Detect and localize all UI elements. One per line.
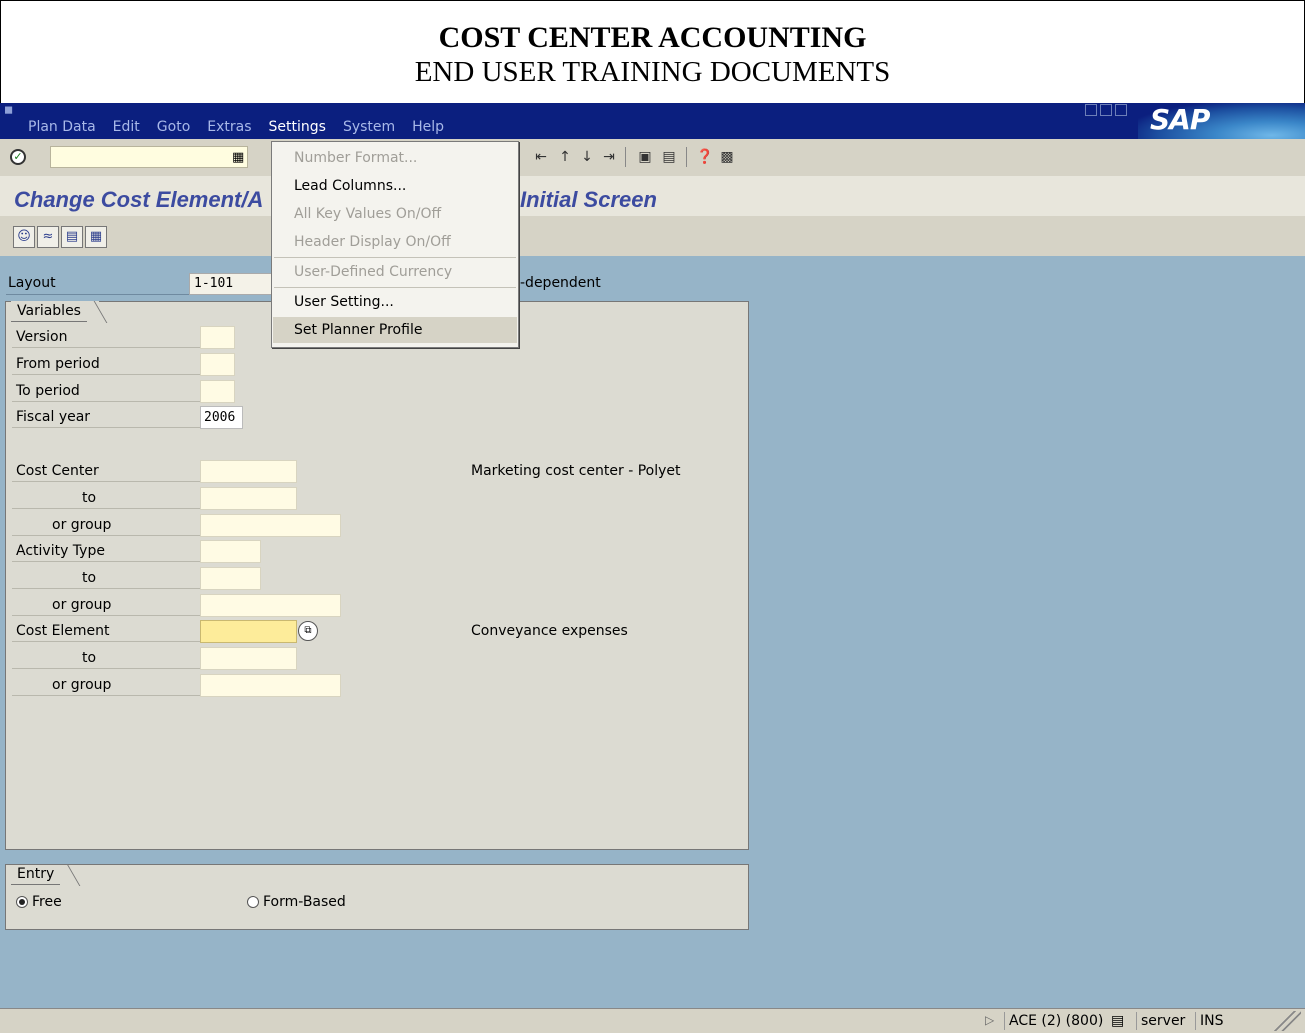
menu-system[interactable]: System bbox=[343, 119, 395, 135]
cost-center-group-label: or group bbox=[12, 514, 200, 536]
document-title: COST CENTER ACCOUNTING bbox=[438, 21, 867, 54]
entry-form-based-label: Form-Based bbox=[263, 894, 346, 910]
sap-window: ◼ Plan Data Edit Goto Extras Settings Sy… bbox=[0, 103, 1305, 1033]
command-history-icon[interactable]: ▦ bbox=[232, 150, 244, 165]
application-toolbar: ☺ ≈ ▤ ▦ bbox=[0, 216, 1305, 256]
menu-plan-data[interactable]: Plan Data bbox=[28, 119, 96, 135]
enter-check-icon[interactable]: ✓ bbox=[10, 149, 26, 165]
menu-help[interactable]: Help bbox=[412, 119, 444, 135]
menu-separator bbox=[274, 287, 516, 288]
menu-settings[interactable]: Settings bbox=[269, 119, 326, 135]
menu-all-key-values: All Key Values On/Off bbox=[294, 206, 442, 222]
menu-extras[interactable]: Extras bbox=[207, 119, 251, 135]
entry-free-radio[interactable]: Free bbox=[16, 894, 62, 910]
server-info: server bbox=[1136, 1012, 1189, 1030]
last-page-icon[interactable]: ⇥ bbox=[600, 148, 618, 166]
activity-type-to-field[interactable] bbox=[200, 567, 261, 590]
first-page-icon[interactable]: ⇤ bbox=[532, 148, 550, 166]
cost-element-description: Conveyance expenses bbox=[471, 623, 628, 639]
entry-group: Entry Free Form-Based bbox=[5, 864, 749, 930]
settings-dropdown: Number Format... Lead Columns... All Key… bbox=[271, 141, 519, 348]
cost-center-label: Cost Center bbox=[12, 460, 200, 482]
fiscal-year-field[interactable]: 2006 bbox=[200, 406, 243, 429]
cost-element-group-field[interactable] bbox=[200, 674, 341, 697]
menu-bar: ◼ Plan Data Edit Goto Extras Settings Sy… bbox=[0, 103, 1305, 139]
page-title-tail: Initial Screen bbox=[520, 187, 657, 212]
layout-label: Layout bbox=[8, 275, 56, 291]
import-icon[interactable]: ▤ bbox=[61, 226, 83, 248]
activity-type-group-field[interactable] bbox=[200, 594, 341, 617]
cost-element-to-field[interactable] bbox=[200, 647, 297, 670]
status-bar: ▷ ACE (2) (800) ▤ server INS bbox=[0, 1008, 1305, 1033]
input-mode: INS bbox=[1195, 1012, 1228, 1030]
window-menu-icon[interactable]: ◼ bbox=[4, 103, 13, 116]
page-title: Change Cost Element/A bbox=[14, 187, 264, 212]
graph-icon[interactable]: ≈ bbox=[37, 226, 59, 248]
person-icon[interactable]: ☺ bbox=[13, 226, 35, 248]
version-field[interactable] bbox=[200, 326, 235, 349]
layout-menu-icon[interactable]: ▩ bbox=[718, 148, 736, 166]
next-page-icon[interactable]: ↓ bbox=[578, 148, 596, 166]
system-info-icon[interactable]: ▤ bbox=[1107, 1012, 1128, 1030]
from-period-field[interactable] bbox=[200, 353, 235, 376]
shortcut-icon[interactable]: ▤ bbox=[660, 148, 678, 166]
from-period-label: From period bbox=[12, 353, 200, 375]
resize-grip-icon[interactable] bbox=[1271, 1011, 1301, 1031]
variables-group-title: Variables bbox=[11, 301, 99, 322]
system-info: ACE (2) (800) bbox=[1004, 1012, 1107, 1030]
menu-header-display: Header Display On/Off bbox=[294, 234, 451, 250]
radio-unselected-icon[interactable] bbox=[247, 896, 259, 908]
menu-goto[interactable]: Goto bbox=[157, 119, 190, 135]
previous-page-icon[interactable]: ↑ bbox=[556, 148, 574, 166]
document-subtitle: END USER TRAINING DOCUMENTS bbox=[414, 56, 891, 88]
toolbar-separator bbox=[625, 147, 626, 167]
status-expand-icon[interactable]: ▷ bbox=[985, 1013, 994, 1027]
toolbar-separator bbox=[686, 147, 687, 167]
version-label: Version bbox=[12, 326, 200, 348]
command-field[interactable] bbox=[50, 146, 248, 168]
layout-description: -dependent bbox=[520, 275, 601, 291]
radio-selected-icon[interactable] bbox=[16, 896, 28, 908]
value-help-icon[interactable]: ⧉ bbox=[298, 621, 318, 641]
activity-type-from-field[interactable] bbox=[200, 540, 261, 563]
fiscal-year-label: Fiscal year bbox=[12, 406, 200, 428]
close-icon[interactable] bbox=[1115, 104, 1127, 116]
cost-element-to-label: to bbox=[12, 647, 200, 669]
entry-form-based-radio[interactable]: Form-Based bbox=[247, 894, 346, 910]
entry-group-title: Entry bbox=[11, 864, 72, 885]
menu-separator bbox=[274, 257, 516, 258]
to-period-field[interactable] bbox=[200, 380, 235, 403]
to-period-label: To period bbox=[12, 380, 200, 402]
variables-group: Variables Version From period To period … bbox=[5, 301, 749, 850]
layout-field[interactable]: 1-101 bbox=[189, 273, 273, 295]
cost-center-to-field[interactable] bbox=[200, 487, 297, 510]
standard-toolbar: ✓ ▦ ⇤ ↑ ↓ ⇥ ▣ ▤ ❓ ▩ bbox=[0, 139, 1305, 176]
document-header: COST CENTER ACCOUNTING END USER TRAINING… bbox=[0, 0, 1305, 103]
help-icon[interactable]: ❓ bbox=[696, 148, 714, 166]
title-bar: Change Cost Element/A Initial Screen bbox=[0, 176, 1305, 216]
cost-element-from-field[interactable] bbox=[200, 620, 297, 643]
cost-center-group-field[interactable] bbox=[200, 514, 341, 537]
main-content: Layout 1-101 -dependent Variables Versio… bbox=[0, 256, 1305, 1008]
cost-element-label: Cost Element bbox=[12, 620, 200, 642]
cost-center-description: Marketing cost center - Polyet bbox=[471, 463, 681, 479]
menu-number-format: Number Format... bbox=[294, 150, 418, 166]
activity-type-label: Activity Type bbox=[12, 540, 200, 562]
new-session-icon[interactable]: ▣ bbox=[636, 148, 654, 166]
cost-element-group-label: or group bbox=[12, 674, 200, 696]
activity-type-to-label: to bbox=[12, 567, 200, 589]
menu-edit[interactable]: Edit bbox=[113, 119, 140, 135]
activity-type-group-label: or group bbox=[12, 594, 200, 616]
minimize-icon[interactable] bbox=[1085, 104, 1097, 116]
cost-center-from-field[interactable] bbox=[200, 460, 297, 483]
cost-center-to-label: to bbox=[12, 487, 200, 509]
menu-lead-columns[interactable]: Lead Columns... bbox=[273, 173, 517, 199]
layout-underline bbox=[6, 294, 189, 295]
menu-user-defined-currency: User-Defined Currency bbox=[294, 264, 453, 280]
menu-user-setting[interactable]: User Setting... bbox=[273, 289, 517, 315]
entry-free-label: Free bbox=[32, 894, 62, 910]
menu-set-planner-profile[interactable]: Set Planner Profile bbox=[273, 317, 517, 343]
export-icon[interactable]: ▦ bbox=[85, 226, 107, 248]
maximize-icon[interactable] bbox=[1100, 104, 1112, 116]
